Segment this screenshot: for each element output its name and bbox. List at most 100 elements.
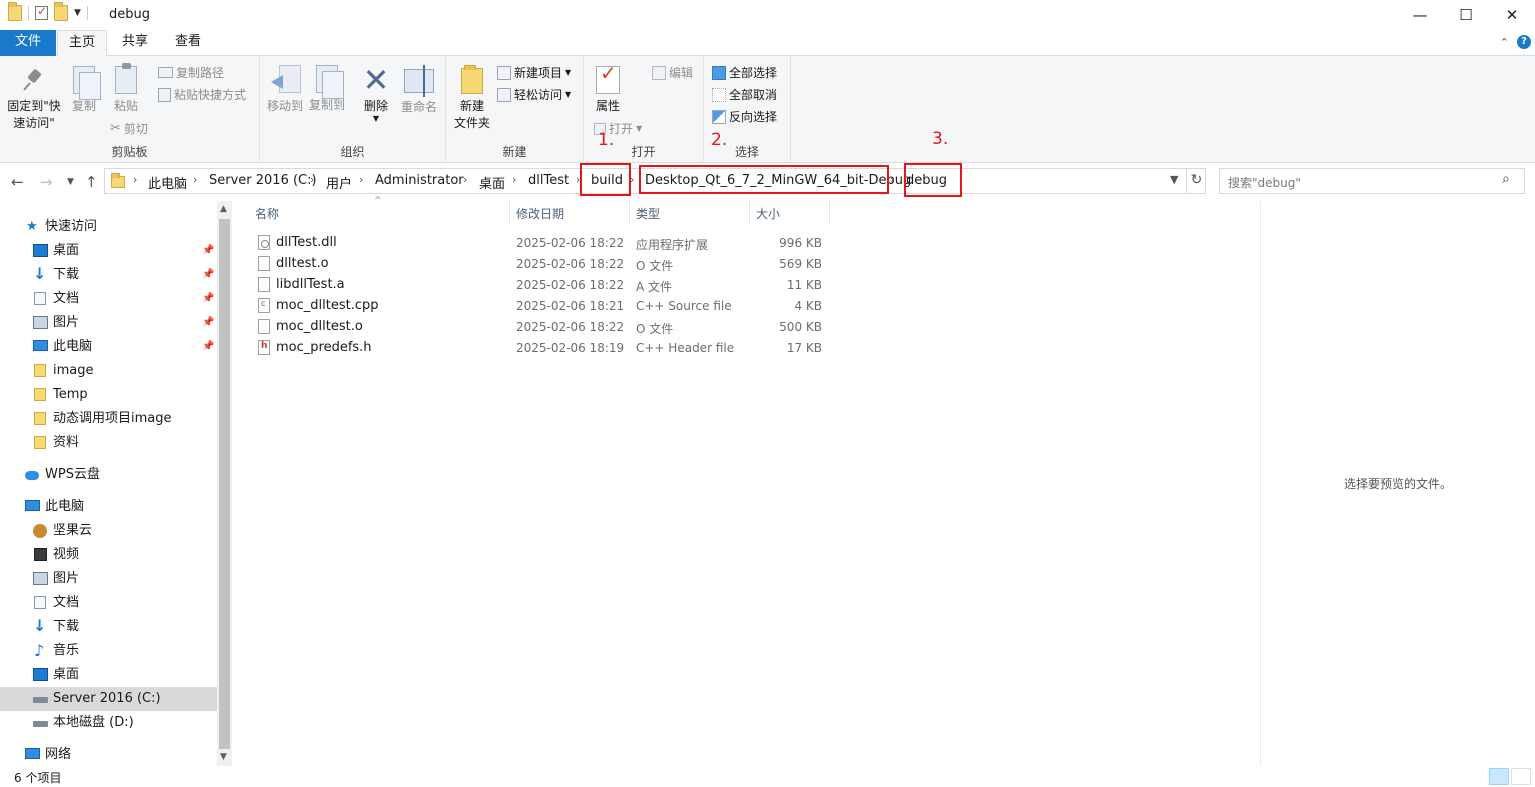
select-all-icon — [712, 65, 726, 80]
column-header-type[interactable]: 类型 — [636, 205, 660, 222]
chevron-down-icon[interactable]: ▼ — [358, 115, 394, 123]
edit-button[interactable]: 编辑 — [652, 64, 693, 81]
nav-wps-cloud[interactable]: WPS云盘 — [0, 463, 217, 487]
paste-shortcut-button[interactable]: 粘贴快捷方式 — [158, 86, 246, 103]
column-header-date[interactable]: 修改日期 — [516, 205, 564, 222]
title-bar: ▼ debug — ☐ ✕ — [0, 0, 1535, 30]
column-divider[interactable] — [509, 201, 510, 225]
chevron-down-icon[interactable]: ▼ — [220, 752, 227, 762]
rename-button[interactable]: 重命名 — [398, 60, 440, 116]
chevron-down-icon[interactable]: ▼ — [74, 8, 81, 18]
pin-icon[interactable]: 📌 — [202, 239, 214, 263]
tab-view[interactable]: 查看 — [162, 30, 214, 56]
nav-music[interactable]: ♪ 音乐 — [0, 639, 217, 663]
nav-network[interactable]: 网络 — [0, 743, 217, 767]
tab-home[interactable]: 主页 — [57, 30, 107, 57]
breadcrumb-administrator[interactable]: Administrator — [375, 173, 464, 188]
nav-pc-desktop[interactable]: 桌面 — [0, 663, 217, 687]
chevron-up-icon[interactable]: ▲ — [220, 204, 227, 214]
delete-button[interactable]: ✕ 删除 ▼ — [358, 60, 394, 123]
chevron-down-icon[interactable]: ▼ — [1170, 173, 1178, 186]
breadcrumb-dlltest[interactable]: dllTest — [528, 173, 569, 188]
nav-videos[interactable]: 视频 — [0, 543, 217, 567]
select-all-button[interactable]: 全部选择 — [712, 64, 777, 81]
refresh-icon[interactable]: ↻ — [1186, 168, 1206, 194]
collapse-ribbon-icon[interactable]: ⌃ — [1500, 36, 1509, 49]
chevron-right-icon[interactable]: › — [193, 173, 197, 186]
properties-icon[interactable] — [35, 4, 48, 20]
breadcrumb-this-pc[interactable]: 此电脑 — [148, 173, 187, 192]
pin-icon[interactable]: 📌 — [202, 263, 214, 287]
nav-scrollbar[interactable]: ▲ ▼ — [217, 201, 232, 766]
nav-jianguoyun[interactable]: 坚果云 — [0, 519, 217, 543]
new-folder-icon[interactable] — [54, 2, 68, 21]
copy-to-icon — [316, 65, 344, 99]
move-to-button[interactable]: 移动到 — [264, 60, 306, 115]
pin-icon[interactable]: 📌 — [202, 335, 214, 359]
chevron-right-icon[interactable]: › — [512, 173, 516, 186]
details-view-icon[interactable] — [1489, 768, 1509, 785]
back-arrow-icon[interactable]: ← — [11, 173, 24, 191]
nav-pc-pictures[interactable]: 图片 — [0, 567, 217, 591]
tab-file[interactable]: 文件 — [0, 30, 56, 56]
nav-label: 下载 — [53, 267, 80, 282]
pin-quick-access-button[interactable]: 固定到"快 速访问" — [4, 60, 64, 132]
nav-quick-access[interactable]: ★ 快速访问 — [0, 215, 217, 239]
nav-drive-d[interactable]: 本地磁盘 (D:) — [0, 711, 217, 735]
nav-this-pc-quick[interactable]: 此电脑 📌 — [0, 335, 217, 359]
nav-pc-downloads[interactable]: ↓ 下载 — [0, 615, 217, 639]
chevron-right-icon[interactable]: › — [310, 173, 314, 186]
column-divider[interactable] — [629, 201, 630, 225]
chevron-right-icon[interactable]: › — [890, 173, 894, 186]
nav-desktop[interactable]: 桌面 📌 — [0, 239, 217, 263]
new-item-button[interactable]: 新建项目 ▼ — [497, 64, 571, 81]
pin-icon[interactable]: 📌 — [202, 311, 214, 335]
nav-dynamic-image[interactable]: 动态调用项目image — [0, 407, 217, 431]
nav-image[interactable]: image — [0, 359, 217, 383]
copy-to-button[interactable]: 复制到 — [306, 60, 348, 114]
new-item-label: 新建项目 — [514, 66, 563, 80]
breadcrumb-desktop[interactable]: 桌面 — [479, 173, 505, 192]
easy-access-button[interactable]: 轻松访问 ▼ — [497, 86, 571, 103]
search-icon[interactable]: ⌕ — [1502, 171, 1510, 187]
nav-this-pc[interactable]: 此电脑 — [0, 495, 217, 519]
properties-button[interactable]: 属性 — [590, 60, 626, 115]
nav-pc-documents[interactable]: 文档 — [0, 591, 217, 615]
breadcrumb-users[interactable]: 用户 — [326, 173, 352, 192]
forward-arrow-icon[interactable]: → — [40, 173, 53, 191]
column-divider[interactable] — [829, 201, 830, 225]
paste-button[interactable]: 粘贴 — [108, 60, 144, 115]
preview-divider[interactable] — [1260, 201, 1261, 766]
column-header-name[interactable]: 名称 — [255, 205, 279, 222]
new-folder-button[interactable]: 新建 文件夹 — [452, 60, 492, 132]
column-header-size[interactable]: 大小 — [756, 205, 780, 222]
recent-locations-icon[interactable]: ▼ — [67, 177, 74, 187]
desktop-icon — [33, 668, 48, 681]
chevron-right-icon[interactable]: › — [133, 173, 137, 186]
nav-drive-c[interactable]: Server 2016 (C:) — [0, 687, 217, 711]
nav-materials[interactable]: 资料 — [0, 431, 217, 455]
large-icons-view-icon[interactable] — [1511, 768, 1531, 785]
window-title: debug — [109, 7, 150, 22]
cut-button[interactable]: ✂ 剪切 — [110, 120, 148, 137]
minimize-button[interactable]: — — [1397, 0, 1443, 30]
maximize-button[interactable]: ☐ — [1443, 0, 1489, 30]
copy-path-button[interactable]: 复制路径 — [158, 64, 224, 81]
tab-share[interactable]: 共享 — [110, 30, 160, 56]
chevron-right-icon[interactable]: › — [463, 173, 467, 186]
close-button[interactable]: ✕ — [1489, 0, 1535, 30]
nav-pictures[interactable]: 图片 📌 — [0, 311, 217, 335]
column-divider[interactable] — [749, 201, 750, 225]
nav-downloads[interactable]: ↓ 下载 📌 — [0, 263, 217, 287]
select-none-button[interactable]: 全部取消 — [712, 86, 777, 103]
breadcrumb-drive-c[interactable]: Server 2016 (C:) — [209, 173, 317, 188]
nav-temp[interactable]: Temp — [0, 383, 217, 407]
help-icon[interactable]: ? — [1517, 35, 1531, 49]
invert-selection-button[interactable]: 反向选择 — [712, 108, 777, 125]
up-arrow-icon[interactable]: ↑ — [85, 173, 98, 191]
pin-icon[interactable]: 📌 — [202, 287, 214, 311]
nav-documents[interactable]: 文档 📌 — [0, 287, 217, 311]
copy-button[interactable]: 复制 — [66, 60, 102, 115]
scrollbar-thumb[interactable] — [219, 219, 230, 749]
chevron-right-icon[interactable]: › — [359, 173, 363, 186]
